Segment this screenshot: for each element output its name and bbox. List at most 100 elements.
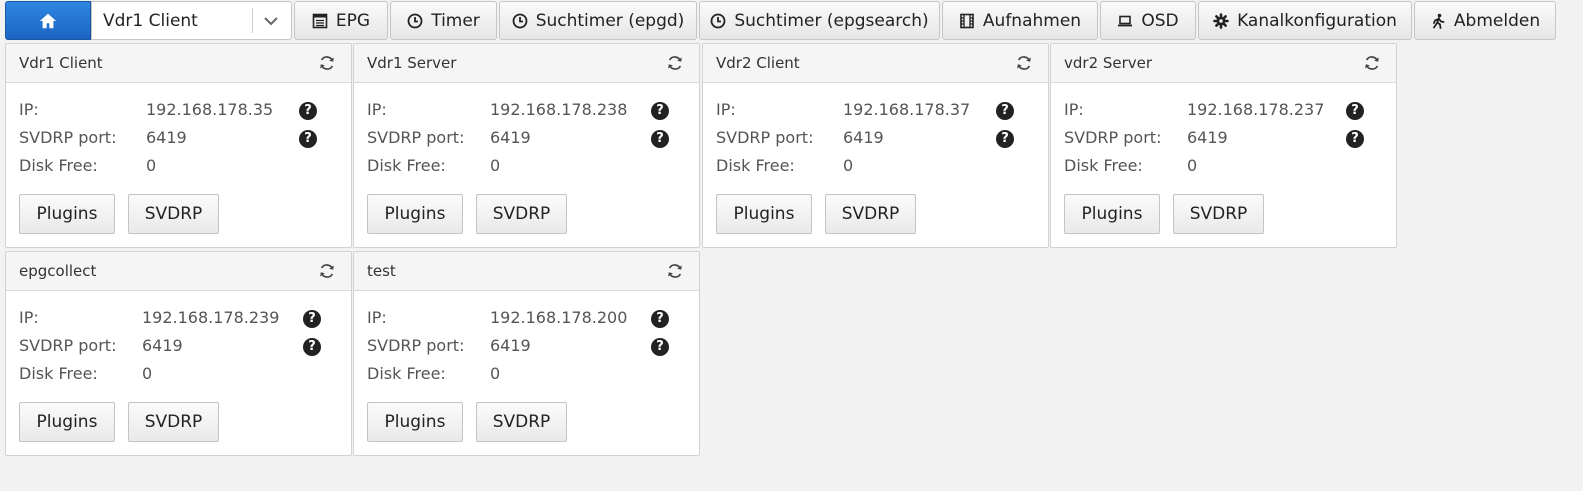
disk-free-value: 0 <box>142 364 153 383</box>
svdrp-port-value: 6419 <box>146 128 187 147</box>
svdrp-button[interactable]: SVDRP <box>128 194 219 234</box>
nav-aufnahmen-label: Aufnahmen <box>982 10 1082 31</box>
refresh-icon[interactable] <box>1363 54 1381 72</box>
disk-free-label: Disk Free: <box>1064 156 1143 175</box>
svdrp-port-label: SVDRP port: <box>1064 128 1162 147</box>
nav-suchtimer-epgd-label: Suchtimer (epgd) <box>535 10 685 31</box>
plugins-button[interactable]: Plugins <box>19 194 115 234</box>
svdrp-port-label: SVDRP port: <box>367 336 465 355</box>
ip-value: 192.168.178.237 <box>1187 100 1325 119</box>
ip-label: IP: <box>19 308 39 327</box>
refresh-icon[interactable] <box>318 262 336 280</box>
walking-person-icon <box>1433 13 1445 29</box>
svdrp-port-value: 6419 <box>490 128 531 147</box>
svdrp-button[interactable]: SVDRP <box>1173 194 1264 234</box>
client-select[interactable]: Vdr1 Client <box>91 1 292 40</box>
plugins-button[interactable]: Plugins <box>19 402 115 442</box>
disk-free-label: Disk Free: <box>367 156 446 175</box>
film-icon <box>960 13 974 28</box>
svdrp-port-label: SVDRP port: <box>19 336 117 355</box>
svdrp-port-help-icon[interactable]: ? <box>651 338 669 356</box>
ip-label: IP: <box>19 100 39 119</box>
gear-icon <box>1213 12 1229 29</box>
nav-kanalkonfiguration-label: Kanalkonfiguration <box>1237 10 1397 31</box>
panel-header: Vdr1 Client <box>6 44 351 83</box>
nav-epg-label: EPG <box>335 10 371 31</box>
nav-epg-button[interactable]: EPG <box>294 1 388 40</box>
vdr-panel-1: Vdr1 Client IP: 192.168.178.35 ? SVDRP p… <box>5 43 352 248</box>
svdrp-port-help-icon[interactable]: ? <box>303 338 321 356</box>
nav-suchtimer-epgsearch-button[interactable]: Suchtimer (epgsearch) <box>699 1 940 40</box>
ip-value: 192.168.178.37 <box>843 100 971 119</box>
ip-help-icon[interactable]: ? <box>651 102 669 120</box>
plugins-button[interactable]: Plugins <box>367 194 463 234</box>
svdrp-port-value: 6419 <box>843 128 884 147</box>
vdr-panel-2: Vdr1 Server IP: 192.168.178.238 ? SVDRP … <box>353 43 700 248</box>
disk-free-value: 0 <box>843 156 854 175</box>
panel-title: Vdr2 Client <box>716 54 800 72</box>
nav-abmelden-label: Abmelden <box>1453 10 1541 31</box>
vdr-panel-3: Vdr2 Client IP: 192.168.178.37 ? SVDRP p… <box>702 43 1049 248</box>
refresh-icon[interactable] <box>318 54 336 72</box>
refresh-icon[interactable] <box>666 262 684 280</box>
nav-osd-button[interactable]: OSD <box>1100 1 1196 40</box>
panel-header: epgcollect <box>6 252 351 291</box>
select-divider <box>252 8 253 33</box>
svdrp-port-label: SVDRP port: <box>19 128 117 147</box>
clock-icon <box>710 13 726 28</box>
svdrp-port-help-icon[interactable]: ? <box>651 130 669 148</box>
svdrp-button[interactable]: SVDRP <box>128 402 219 442</box>
ip-help-icon[interactable]: ? <box>1346 102 1364 120</box>
vdr-panel-5: epgcollect IP: 192.168.178.239 ? SVDRP p… <box>5 251 352 456</box>
plugins-button[interactable]: Plugins <box>367 402 463 442</box>
refresh-icon[interactable] <box>1015 54 1033 72</box>
home-button[interactable] <box>5 1 91 40</box>
vdr-panel-6: test IP: 192.168.178.200 ? SVDRP port: 6… <box>353 251 700 456</box>
nav-suchtimer-epgd-button[interactable]: Suchtimer (epgd) <box>499 1 697 40</box>
disk-free-value: 0 <box>1187 156 1198 175</box>
ip-help-icon[interactable]: ? <box>303 310 321 328</box>
disk-free-label: Disk Free: <box>716 156 795 175</box>
panel-title: vdr2 Server <box>1064 54 1153 72</box>
nav-timer-button[interactable]: Timer <box>390 1 497 40</box>
svdrp-port-help-icon[interactable]: ? <box>299 130 317 148</box>
disk-free-value: 0 <box>490 364 501 383</box>
ip-help-icon[interactable]: ? <box>299 102 317 120</box>
chevron-down-icon <box>264 17 278 26</box>
svdrp-port-label: SVDRP port: <box>367 128 465 147</box>
ip-value: 192.168.178.239 <box>142 308 280 327</box>
svdrp-button[interactable]: SVDRP <box>476 194 567 234</box>
disk-free-label: Disk Free: <box>19 364 98 383</box>
plugins-button[interactable]: Plugins <box>1064 194 1160 234</box>
nav-aufnahmen-button[interactable]: Aufnahmen <box>942 1 1098 40</box>
svdrp-port-value: 6419 <box>142 336 183 355</box>
svdrp-port-label: SVDRP port: <box>716 128 814 147</box>
refresh-icon[interactable] <box>666 54 684 72</box>
panel-title: epgcollect <box>19 262 97 280</box>
svdrp-port-help-icon[interactable]: ? <box>996 130 1014 148</box>
vdr-panel-4: vdr2 Server IP: 192.168.178.237 ? SVDRP … <box>1050 43 1397 248</box>
client-select-value: Vdr1 Client <box>103 10 198 31</box>
disk-free-value: 0 <box>490 156 501 175</box>
nav-osd-label: OSD <box>1141 10 1179 31</box>
ip-help-icon[interactable]: ? <box>651 310 669 328</box>
panel-header: vdr2 Server <box>1051 44 1396 83</box>
svdrp-port-help-icon[interactable]: ? <box>1346 130 1364 148</box>
nav-abmelden-button[interactable]: Abmelden <box>1414 1 1556 40</box>
panel-title: Vdr1 Client <box>19 54 103 72</box>
nav-suchtimer-epgsearch-label: Suchtimer (epgsearch) <box>734 10 929 31</box>
svdrp-button[interactable]: SVDRP <box>476 402 567 442</box>
plugins-button[interactable]: Plugins <box>716 194 812 234</box>
ip-value: 192.168.178.35 <box>146 100 274 119</box>
ip-label: IP: <box>1064 100 1084 119</box>
ip-value: 192.168.178.200 <box>490 308 628 327</box>
svdrp-button[interactable]: SVDRP <box>825 194 916 234</box>
epg-icon <box>312 13 328 28</box>
laptop-icon <box>1118 15 1133 26</box>
ip-value: 192.168.178.238 <box>490 100 628 119</box>
nav-kanalkonfiguration-button[interactable]: Kanalkonfiguration <box>1198 1 1412 40</box>
svdrp-port-value: 6419 <box>1187 128 1228 147</box>
ip-help-icon[interactable]: ? <box>996 102 1014 120</box>
panel-header: test <box>354 252 699 291</box>
disk-free-label: Disk Free: <box>367 364 446 383</box>
